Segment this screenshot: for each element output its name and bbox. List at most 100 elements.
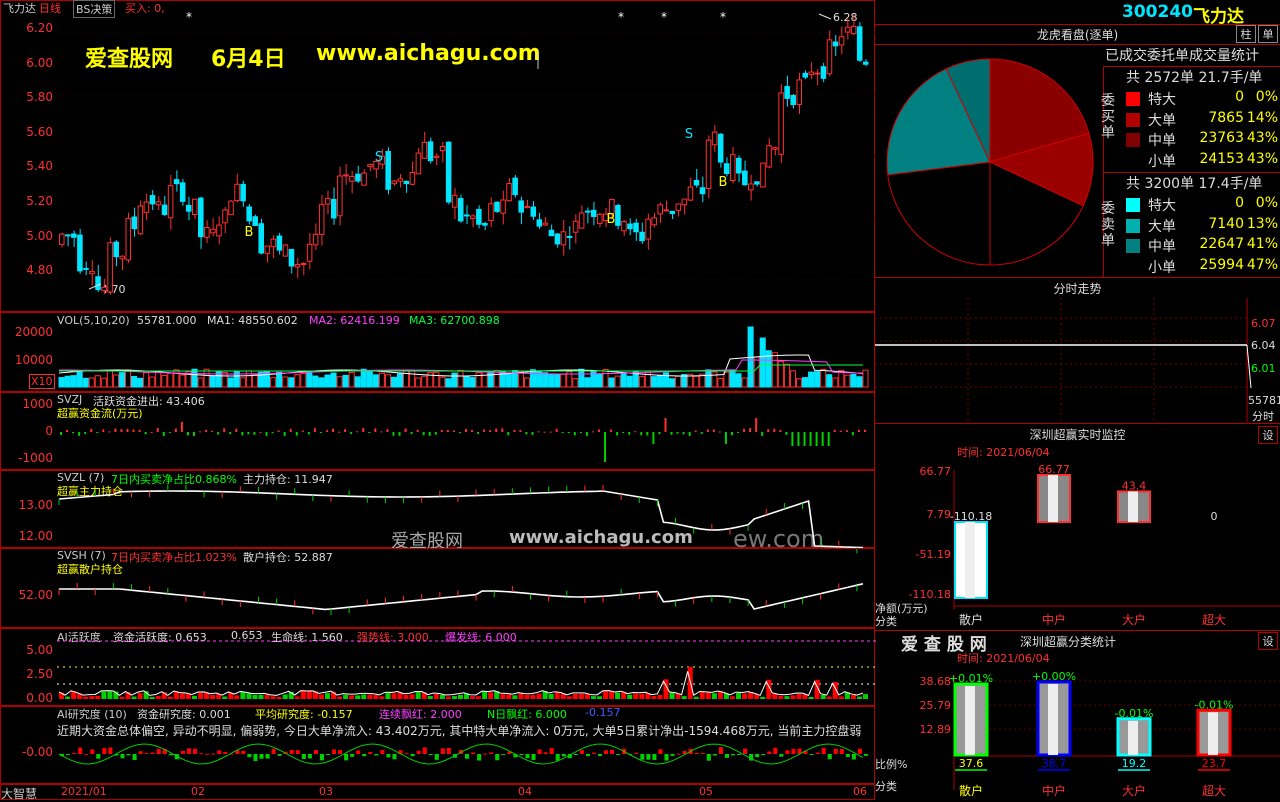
research-bar [440,748,445,754]
flow-bar [815,432,818,446]
candle-body [645,218,651,240]
flow-bar [591,431,594,433]
active-bar [409,694,415,699]
research-bar [634,752,639,754]
volume-bar [421,375,428,388]
volume-bar [783,363,790,388]
row-pct: 0% [1255,89,1278,105]
flow-bar [513,430,516,432]
flow-bar [646,432,649,436]
active-bar [693,696,699,699]
candle-body [693,179,700,186]
active-bar [95,695,101,699]
flow-bar [344,429,347,432]
volume-pane[interactable]: VOL(5,10,20) 55781.000 MA1: 48550.602 MA… [0,312,875,392]
class-bar-delta: +0.01% [949,672,993,685]
candle-body [258,223,265,254]
flow-bar [295,432,298,436]
candle-body [155,201,162,206]
candle-body [445,141,452,203]
class-axis-tick: 25.79 [920,699,952,712]
legend-swatch [1126,112,1140,127]
candle-body [723,163,730,174]
monitor-bar-name: 散户 [959,612,983,627]
class-bar-delta: +0.00% [1032,670,1076,683]
candle-body [403,180,410,185]
volume-bar [390,376,398,388]
research-bar [156,748,161,754]
candlestick-chart[interactable]: B S B S B * * * * [1,1,876,313]
flow-bar [761,432,764,436]
svzl-pane[interactable]: SVZL (7) 7日内买卖净占比0.868% 主力持仓: 11.947 超赢主… [0,470,875,554]
research-bar [319,754,324,761]
svzj-pane[interactable]: SVZJ 活跃资金进出: 43.406 超赢资金流(万元) 1000 0 -10… [0,392,875,470]
research-bar [211,753,216,755]
bs-signal: B [719,175,728,190]
candle-body [524,206,530,209]
research-bar [217,750,222,754]
flow-bar [833,429,836,432]
volume-bar [88,377,95,388]
candle-body [222,209,228,224]
candle-body [367,164,373,168]
class-bar-value: 37.6 [959,757,984,770]
svsh-pane[interactable]: SVSH (7) 7日内买卖净占比1.023% 散户持仓: 52.887 超赢散… [0,548,875,628]
row-pct: 47% [1246,256,1278,273]
flow-bar [253,432,256,435]
candle-body [772,147,778,150]
research-bar [785,750,790,754]
active-bar [270,696,276,699]
ai-research-pane[interactable]: AI研究度 (10) 资金研究度: 0.001 平均研究度: -0.157 连续… [0,706,875,784]
active-bar [252,694,258,699]
research-bar [664,754,669,761]
active-bar [796,693,802,699]
intraday-chart[interactable] [875,298,1280,422]
candle-body [240,183,246,202]
flow-bar [501,428,504,432]
flow-bar [120,429,123,432]
volume-bar [372,374,379,388]
candle-body [560,231,567,246]
candle-body [542,222,549,226]
research-bar [495,754,500,761]
research-bar [827,754,832,760]
research-bar [815,752,820,754]
flow-bar [507,432,510,436]
research-bar [180,750,185,754]
row-pct: 14% [1246,109,1278,126]
active-bar [639,693,645,699]
tab-bar-button[interactable]: 柱 [1236,25,1256,43]
active-bar [524,694,530,699]
research-bar [132,754,137,761]
active-bar [856,696,862,699]
candle-body [361,172,367,186]
tab-list-button[interactable]: 单 [1258,25,1278,43]
stock-header: 300240 飞力达 [875,0,1280,27]
candle-body [264,245,271,254]
flow-bar [694,430,697,432]
volume-bar [64,375,71,388]
research-bar [706,754,711,761]
monitor-bar-name: 超大 [1202,612,1226,627]
flow-bar [84,432,87,434]
research-bar [428,754,433,755]
kline-pane[interactable]: 飞力达 日线 BS决策 买入: 0, 爱查股网 6月4日 www.aichagu… [0,0,876,313]
research-bar [743,748,748,754]
flow-bar [362,428,365,432]
active-bar [554,692,560,699]
flow-bar [162,432,165,436]
corner-label: 大智慧 [1,787,38,801]
buy-stats: 委买单 共 2572单 21.7手/单 特大 0 0% 大单 7865 14% 中单 2376… [1101,66,1280,173]
research-bar [471,752,476,754]
volume-bar [596,373,603,388]
active-bar [107,691,113,699]
active-bar [784,696,790,699]
candle-body [288,248,295,267]
candle-body [343,174,349,177]
active-bar [294,696,300,699]
ai-active-pane[interactable]: AI活跃度 资金活跃度: 0.653 0.653 生命线: 1.560 强势线:… [0,628,876,706]
research-bar [767,751,772,754]
active-bar [240,691,246,699]
flow-bar [319,432,322,434]
row-pct: 43% [1246,150,1278,167]
